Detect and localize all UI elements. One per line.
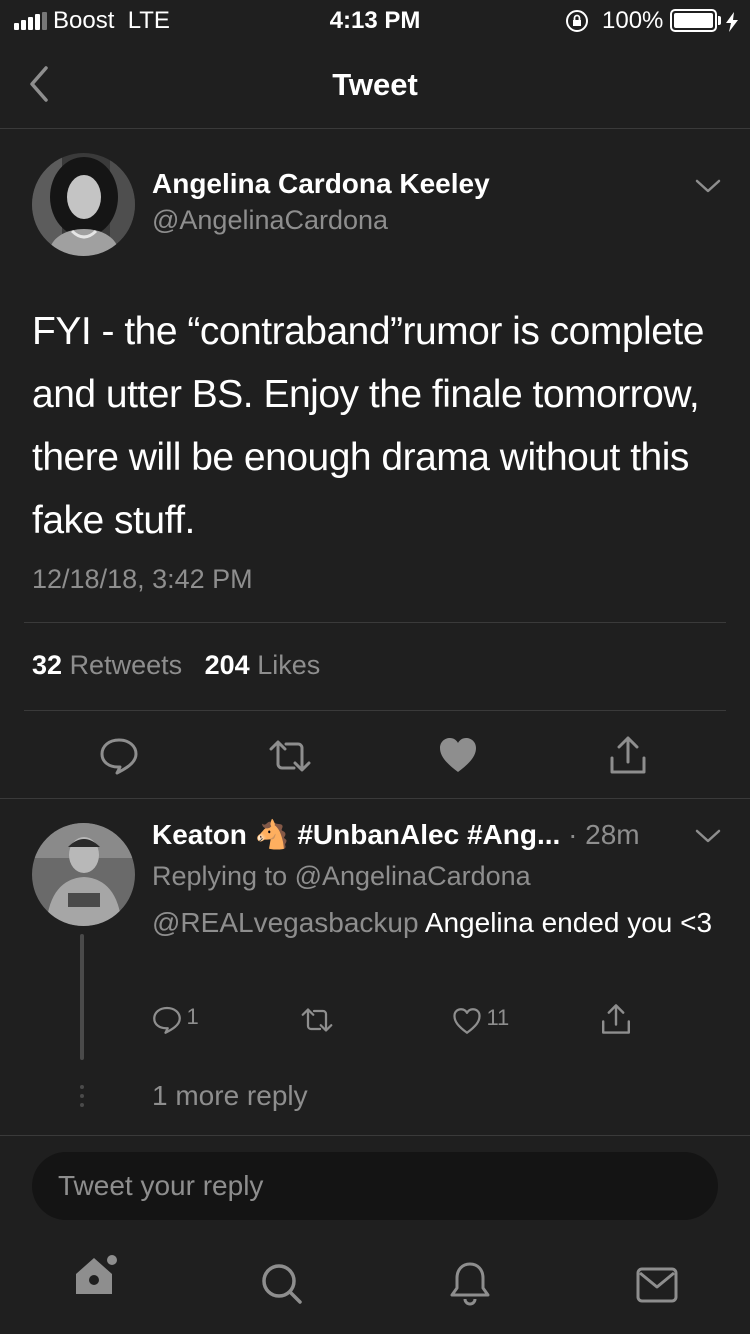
- section-divider: [0, 798, 750, 799]
- reply-body: Angelina ended you <3: [418, 907, 713, 938]
- notifications-icon[interactable]: [449, 1260, 491, 1311]
- more-replies-link[interactable]: 1 more reply: [152, 1080, 308, 1112]
- battery-percent: 100%: [602, 7, 664, 34]
- reply-reply-button[interactable]: 1: [152, 1004, 199, 1035]
- tweet-timestamp: 12/18/18, 3:42 PM: [32, 564, 253, 594]
- page-title: Tweet: [332, 67, 418, 102]
- reply-retweet-icon[interactable]: [300, 1005, 334, 1040]
- reply-icon[interactable]: [99, 736, 139, 781]
- reply-author-avatar[interactable]: [32, 823, 135, 926]
- reply-reply-count: 1: [186, 1004, 199, 1029]
- retweet-label[interactable]: Retweets: [70, 650, 183, 680]
- battery-icon: [670, 9, 717, 32]
- home-icon[interactable]: [72, 1252, 120, 1303]
- reply-author-name-suffix[interactable]: #UnbanAlec #Ang...: [297, 819, 560, 850]
- more-dots-icon: [80, 1085, 85, 1112]
- thread-line: [80, 934, 84, 1060]
- reply-menu-chevron-down-icon[interactable]: [694, 826, 722, 851]
- share-icon[interactable]: [608, 734, 648, 781]
- tweet-menu-chevron-down-icon[interactable]: [694, 176, 722, 201]
- nav-bar: Tweet: [0, 40, 750, 129]
- author-handle[interactable]: @AngelinaCardona: [152, 205, 388, 236]
- search-icon[interactable]: [260, 1262, 304, 1311]
- reply-mention[interactable]: @REALvegasbackup: [152, 907, 419, 938]
- replying-to[interactable]: Replying to @AngelinaCardona: [152, 861, 531, 892]
- reply-author-emoji: 🐴: [254, 819, 290, 850]
- reply-like-button[interactable]: 11: [452, 1005, 509, 1035]
- tweet-text: FYI - the “contraband”rumor is complete …: [32, 310, 704, 542]
- reply-input[interactable]: [32, 1152, 718, 1220]
- reply-text: @REALvegasbackup Angelina ended you <3: [152, 903, 722, 943]
- tab-bar: [0, 1238, 750, 1334]
- retweet-icon[interactable]: [268, 736, 312, 781]
- reply-like-count: 11: [486, 1005, 510, 1030]
- like-label[interactable]: Likes: [257, 650, 320, 680]
- charging-icon: [725, 11, 739, 39]
- reply-share-icon[interactable]: [600, 1002, 632, 1041]
- retweet-count[interactable]: 32: [32, 650, 62, 680]
- divider: [24, 622, 726, 623]
- like-icon[interactable]: [438, 736, 478, 779]
- reply-time: · 28m: [568, 819, 640, 850]
- reply-header: Keaton 🐴 #UnbanAlec #Ang... · 28m: [152, 818, 712, 851]
- battery-cap: [718, 16, 721, 25]
- author-name[interactable]: Angelina Cardona Keeley: [152, 168, 490, 200]
- divider: [24, 710, 726, 711]
- tweet-stats: 32 Retweets 204 Likes: [32, 650, 320, 681]
- author-avatar[interactable]: [32, 153, 135, 256]
- status-bar: Boost LTE 4:13 PM 100%: [0, 0, 750, 40]
- reply-author-name[interactable]: Keaton: [152, 819, 247, 850]
- rotation-lock-icon: [565, 9, 589, 40]
- like-count[interactable]: 204: [205, 650, 250, 680]
- messages-icon[interactable]: [636, 1266, 678, 1309]
